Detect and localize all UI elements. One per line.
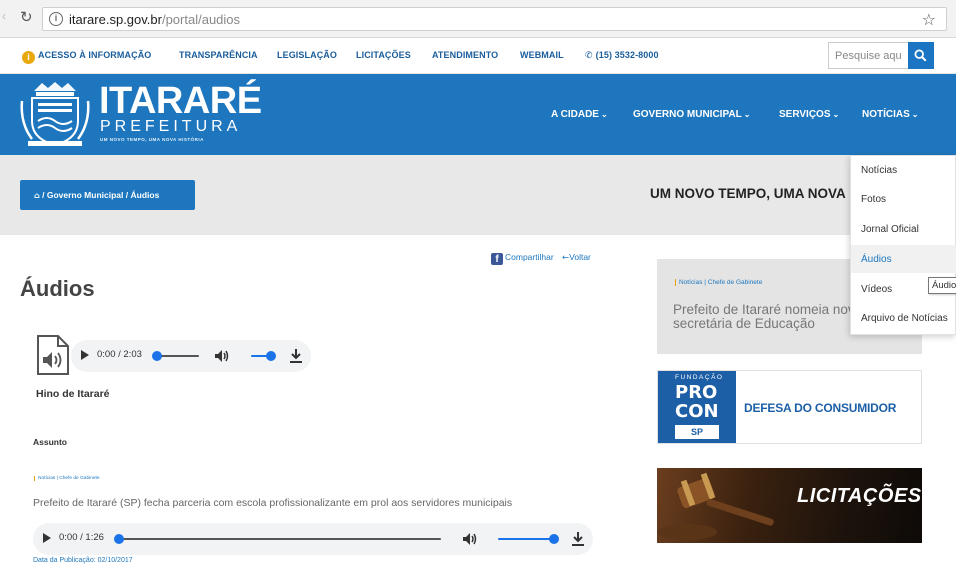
procon-pro-label: PRO [675,382,718,403]
nav-governo-municipal[interactable]: GOVERNO MUNICIPAL ⌄ [633,109,750,120]
nav-label: GOVERNO MUNICIPAL [633,109,742,120]
procon-logo: FUNDAÇÃO PRO CON SP [658,371,736,443]
browser-toolbar: ‹ ↻ i itarare.sp.gov.br/portal/audios ☆ [0,0,956,38]
brand-slogan: UM NOVO TEMPO, UMA NOVA HISTÓRIA [100,137,204,142]
dropdown-item-jornal-oficial[interactable]: Jornal Oficial [861,224,919,235]
audio-time: 0:00 / 1:26 [59,532,104,543]
info-icon[interactable]: i [49,12,63,26]
procon-con-label: CON [675,401,719,422]
audio-progress-track[interactable] [119,538,441,540]
news-tag[interactable]: Notícias | Chefe de Gabinete [675,279,762,286]
audio-player-hino: 0:00 / 2:03 [71,340,311,372]
top-link-phone[interactable]: ✆ (15) 3532-8000 [585,50,659,61]
dropdown-item-audios[interactable]: Áudios [861,254,892,265]
noticias-dropdown-menu: Notícias Fotos Jornal Oficial Áudios Víd… [850,155,956,335]
top-link-acesso-informacao[interactable]: i ACESSO À INFORMAÇÃO [22,50,151,64]
licitacoes-banner[interactable]: LICITAÇÕES [657,468,922,543]
download-icon[interactable] [571,531,585,547]
back-arrow-icon[interactable]: ‹ [2,9,6,23]
page: ‹ ↻ i itarare.sp.gov.br/portal/audios ☆ … [0,0,956,568]
procon-text: DEFESA DO CONSUMIDOR [744,401,897,415]
address-bar[interactable]: i itarare.sp.gov.br/portal/audios ☆ [42,7,947,31]
chevron-down-icon: ⌄ [743,110,751,119]
url-domain: itarare.sp.gov.br [69,12,162,27]
procon-banner[interactable]: FUNDAÇÃO PRO CON SP DEFESA DO CONSUMIDOR [657,370,922,444]
subject-tag[interactable]: Notícias | Chefe de Gabinete [34,476,100,481]
url-text[interactable]: itarare.sp.gov.br/portal/audios [69,12,240,27]
play-icon[interactable] [81,350,89,360]
chevron-down-icon: ⌄ [832,110,840,119]
coat-of-arms-icon[interactable] [20,81,90,149]
info-badge-icon: i [22,51,35,64]
dropdown-item-videos[interactable]: Vídeos [861,284,892,295]
top-link-legislacao[interactable]: LEGISLAÇÃO [277,50,337,60]
share-facebook-link[interactable]: f Compartilhar [491,252,554,265]
volume-knob[interactable] [549,534,559,544]
phone-icon: ✆ [585,51,593,61]
publication-date: Data da Publicação: 02/10/2017 [33,557,133,564]
download-icon[interactable] [289,348,303,364]
strip-slogan: UM NOVO TEMPO, UMA NOVA [650,186,846,201]
audio-time: 0:00 / 2:03 [97,349,142,360]
nav-noticias[interactable]: NOTÍCIAS ⌄ [862,109,918,120]
chevron-down-icon: ⌄ [600,110,608,119]
back-link[interactable]: ←Voltar [556,252,591,263]
procon-fund-label: FUNDAÇÃO [675,374,724,381]
bookmark-star-icon[interactable]: ☆ [922,10,936,29]
home-icon[interactable]: ⌂ [34,191,40,200]
top-link-licitacoes[interactable]: LICITAÇÕES [356,50,411,60]
url-path: /portal/audios [161,12,241,27]
top-link-atendimento[interactable]: ATENDIMENTO [432,50,498,60]
brand-subtitle[interactable]: PREFEITURA [100,118,241,136]
tooltip: Áudios [928,277,956,294]
breadcrumb-separator: / [42,190,45,200]
volume-icon[interactable] [213,347,231,365]
breadcrumb-strip: ⌂ / Governo Municipal / Áudios UM NOVO T… [0,155,956,235]
audio-progress-knob[interactable] [152,351,162,361]
play-icon[interactable] [43,533,51,543]
reload-icon[interactable]: ↻ [20,8,33,26]
subject-heading: Assunto [33,437,67,447]
top-link-label: ACESSO À INFORMAÇÃO [38,50,152,60]
nav-label: NOTÍCIAS [862,109,910,120]
page-title: Áudios [20,276,95,301]
nav-label: SERVIÇOS [779,109,831,120]
facebook-icon: f [491,253,503,265]
gavel-icon [657,472,774,540]
nav-a-cidade[interactable]: A CIDADE ⌄ [551,109,608,120]
share-label: Compartilhar [505,252,554,262]
site-header: ITARARÉ PREFEITURA UM NOVO TEMPO, UMA NO… [0,74,956,155]
breadcrumb-audios[interactable]: Áudios [131,190,160,200]
volume-icon[interactable] [461,530,479,548]
audio-progress-knob[interactable] [114,534,124,544]
breadcrumb-separator: / [125,190,129,200]
dropdown-item-noticias[interactable]: Notícias [861,165,897,176]
share-row: f Compartilhar ←Voltar [491,252,591,265]
search-button[interactable] [908,42,934,69]
back-label: Voltar [569,252,591,262]
chevron-down-icon: ⌄ [911,110,919,119]
licitacoes-banner-text: LICITAÇÕES [797,485,922,507]
brand-name[interactable]: ITARARÉ [99,81,262,121]
audio-title: Hino de Itararé [36,388,110,400]
nav-label: A CIDADE [551,109,599,120]
top-link-webmail[interactable]: WEBMAIL [520,50,564,60]
search-input[interactable] [828,42,908,69]
audio-player-subject: 0:00 / 1:26 [33,523,593,555]
top-link-transparencia[interactable]: TRANSPARÊNCIA [179,50,258,60]
breadcrumb: ⌂ / Governo Municipal / Áudios [20,180,195,210]
nav-servicos[interactable]: SERVIÇOS ⌄ [779,109,839,120]
procon-sp-label: SP [675,425,719,439]
phone-number: (15) 3532-8000 [595,50,659,60]
volume-slider[interactable] [498,538,554,540]
audio-progress-track[interactable] [157,355,199,357]
volume-knob[interactable] [266,351,276,361]
breadcrumb-governo-municipal[interactable]: Governo Municipal [47,190,124,200]
audio-file-icon [37,335,69,375]
dropdown-item-fotos[interactable]: Fotos [861,194,886,205]
subject-article-link[interactable]: Prefeito de Itararé (SP) fecha parceria … [33,497,512,509]
search-icon [914,49,927,62]
dropdown-item-arquivo-noticias[interactable]: Arquivo de Notícias [861,313,948,324]
top-links-bar: i ACESSO À INFORMAÇÃO TRANSPARÊNCIA LEGIS… [0,38,956,74]
